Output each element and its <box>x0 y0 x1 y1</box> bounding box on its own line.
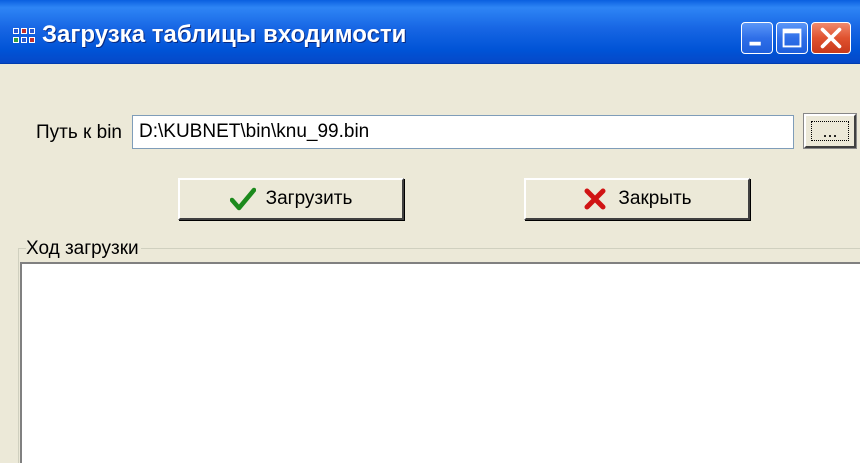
minimize-icon <box>749 41 761 46</box>
app-icon <box>12 26 38 46</box>
close-button[interactable]: Закрыть <box>524 178 750 220</box>
path-label: Путь к bin <box>36 122 122 143</box>
progress-log[interactable] <box>20 262 860 463</box>
cross-icon <box>584 188 606 210</box>
progress-group-label: Ход загрузки <box>26 238 141 260</box>
browse-button[interactable]: ... <box>803 113 857 149</box>
window-title: Загрузка таблицы входимости <box>42 21 407 48</box>
group-box-left-line <box>18 248 19 463</box>
load-button[interactable]: Загрузить <box>178 178 404 220</box>
group-box-top-line <box>18 248 860 249</box>
close-icon <box>820 27 842 49</box>
browse-button-label: ... <box>811 121 849 141</box>
path-input[interactable] <box>132 115 794 149</box>
minimize-button[interactable] <box>741 22 773 54</box>
title-bar[interactable]: Загрузка таблицы входимости <box>0 0 860 64</box>
maximize-icon <box>782 28 802 48</box>
close-window-button[interactable] <box>811 22 851 54</box>
close-button-label: Закрыть <box>618 188 692 209</box>
maximize-button[interactable] <box>776 22 808 54</box>
checkmark-icon <box>229 187 256 211</box>
load-button-label: Загрузить <box>265 188 353 209</box>
dialog-window: Загрузка таблицы входимости Путь к bin .… <box>0 0 860 463</box>
